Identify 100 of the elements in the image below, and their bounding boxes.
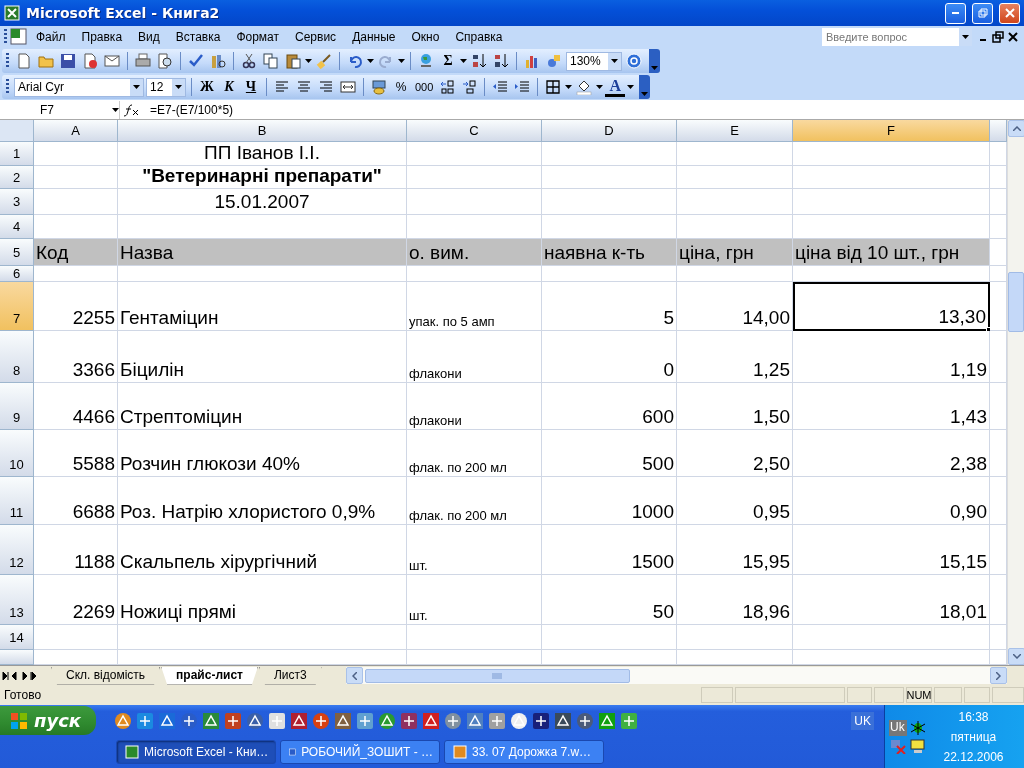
caret-icon[interactable] xyxy=(367,59,374,63)
taskbar-button[interactable]: РОБОЧИЙ_ЗОШИТ - … xyxy=(280,739,440,764)
help-field[interactable]: Введите вопрос xyxy=(822,28,972,46)
paste-icon-button[interactable] xyxy=(283,51,303,71)
sheet-tab[interactable]: Скл. відомість xyxy=(51,666,161,685)
currency-icon-button[interactable] xyxy=(369,77,389,97)
row-header[interactable]: 6 xyxy=(0,266,34,282)
app-shortcut-icon[interactable] xyxy=(268,711,286,730)
app-shortcut-icon[interactable] xyxy=(620,711,638,730)
caret-icon[interactable] xyxy=(611,59,618,63)
language-indicator[interactable]: UK xyxy=(851,711,874,730)
close-icon[interactable] xyxy=(1006,31,1020,43)
row-header[interactable]: 4 xyxy=(0,215,34,239)
row-header[interactable]: 14 xyxy=(0,625,34,650)
caret-icon[interactable] xyxy=(112,107,119,112)
formula-field[interactable]: =E7-(E7/100*5) xyxy=(150,102,234,117)
help-icon-button[interactable] xyxy=(624,51,644,71)
caret-icon[interactable] xyxy=(460,59,467,63)
font-field[interactable]: Arial Cyr xyxy=(14,77,144,97)
scroll-left-button[interactable] xyxy=(345,667,363,684)
save-icon-button[interactable] xyxy=(58,51,78,71)
taskbar-button[interactable]: Microsoft Excel - Кни… xyxy=(116,739,276,764)
caret-icon[interactable] xyxy=(175,85,182,89)
app-shortcut-icon[interactable] xyxy=(290,711,308,730)
menu-item[interactable]: Вид xyxy=(130,30,168,44)
app-shortcut-icon[interactable] xyxy=(444,711,462,730)
print-preview-icon-button[interactable] xyxy=(155,51,175,71)
menu-item[interactable]: Окно xyxy=(403,30,448,44)
bug-icon[interactable] xyxy=(909,719,927,736)
app-shortcut-icon[interactable] xyxy=(554,711,572,730)
app-shortcut-icon[interactable] xyxy=(598,711,616,730)
row-header[interactable]: 9 xyxy=(0,383,34,430)
scroll-up-button[interactable] xyxy=(1008,120,1024,137)
scroll-right-button[interactable] xyxy=(990,667,1007,684)
app-shortcut-icon[interactable] xyxy=(378,711,396,730)
minimize-button[interactable] xyxy=(945,2,966,24)
app-shortcut-icon[interactable] xyxy=(158,711,176,730)
active-cell[interactable]: 13,30 xyxy=(793,282,990,331)
spreadsheet-icon[interactable] xyxy=(10,28,28,46)
previous-sheet-icon[interactable] xyxy=(10,670,20,681)
font-size-field[interactable]: 12 xyxy=(146,77,186,97)
horizontal-scrollbar[interactable] xyxy=(345,667,1007,684)
app-shortcut-icon[interactable] xyxy=(202,711,220,730)
format-painter-icon-button[interactable] xyxy=(314,51,334,71)
menu-item[interactable]: Файл xyxy=(28,30,74,44)
app-shortcut-icon[interactable] xyxy=(400,711,418,730)
row-header[interactable]: 8 xyxy=(0,331,34,383)
caret-icon[interactable] xyxy=(133,85,140,89)
column-header[interactable]: C xyxy=(407,120,542,142)
caret-icon[interactable] xyxy=(596,85,604,89)
app-shortcut-icon[interactable] xyxy=(466,711,484,730)
scroll-down-button[interactable] xyxy=(1008,648,1024,665)
menu-item[interactable]: Вставка xyxy=(167,30,229,44)
menu-item[interactable]: Правка xyxy=(73,30,131,44)
row-header[interactable]: 5 xyxy=(0,239,34,266)
italic-button[interactable]: К xyxy=(219,77,239,97)
app-shortcut-icon[interactable] xyxy=(422,711,440,730)
row-header[interactable]: 11 xyxy=(0,477,34,525)
app-shortcut-icon[interactable] xyxy=(136,711,154,730)
sheet-tab[interactable]: прайс-лист xyxy=(161,666,258,685)
restore-icon[interactable] xyxy=(990,31,1006,43)
row-header[interactable]: 2 xyxy=(0,166,34,189)
menu-item[interactable]: Формат xyxy=(228,30,288,44)
font-color-button[interactable]: A xyxy=(605,77,626,97)
percent-button[interactable]: % xyxy=(391,77,411,97)
caret-icon[interactable] xyxy=(962,35,969,39)
scroll-thumb[interactable] xyxy=(1008,272,1024,332)
app-shortcut-icon[interactable] xyxy=(356,711,374,730)
column-header[interactable]: E xyxy=(677,120,793,142)
app-shortcut-icon[interactable] xyxy=(312,711,330,730)
row-header[interactable]: 7 xyxy=(0,282,34,331)
app-shortcut-icon[interactable] xyxy=(488,711,506,730)
zoom-field[interactable]: 130% xyxy=(566,51,622,71)
column-header[interactable]: F xyxy=(793,120,990,142)
menu-item[interactable]: Справка xyxy=(447,30,511,44)
column-header[interactable]: B xyxy=(118,120,407,142)
row-header[interactable]: 10 xyxy=(0,430,34,477)
caret-icon[interactable] xyxy=(305,59,312,63)
row-header[interactable]: 1 xyxy=(0,142,34,166)
app-shortcut-icon[interactable] xyxy=(576,711,594,730)
caret-icon[interactable] xyxy=(565,85,573,89)
column-header[interactable]: A xyxy=(34,120,118,142)
vertical-scrollbar[interactable] xyxy=(1007,120,1024,665)
copy-icon-button[interactable] xyxy=(261,51,281,71)
monitor-icon[interactable] xyxy=(909,737,927,754)
app-shortcut-icon[interactable] xyxy=(224,711,242,730)
row-header[interactable]: 13 xyxy=(0,575,34,625)
thousands-button[interactable]: 000 xyxy=(413,77,436,97)
toolbar-options-button[interactable] xyxy=(639,75,651,99)
app-shortcut-icon[interactable] xyxy=(510,711,528,730)
app-shortcut-icon[interactable] xyxy=(114,711,132,730)
app-shortcut-icon[interactable] xyxy=(334,711,352,730)
start-button[interactable]: пуск xyxy=(0,706,96,735)
caret-icon[interactable] xyxy=(398,59,405,63)
autosum-button[interactable]: Σ xyxy=(438,51,458,71)
scroll-thumb[interactable] xyxy=(364,668,630,683)
row-header[interactable]: 3 xyxy=(0,189,34,215)
row-header[interactable]: 12 xyxy=(0,525,34,575)
app-shortcut-icon[interactable] xyxy=(180,711,198,730)
bold-button[interactable]: Ж xyxy=(197,77,217,97)
